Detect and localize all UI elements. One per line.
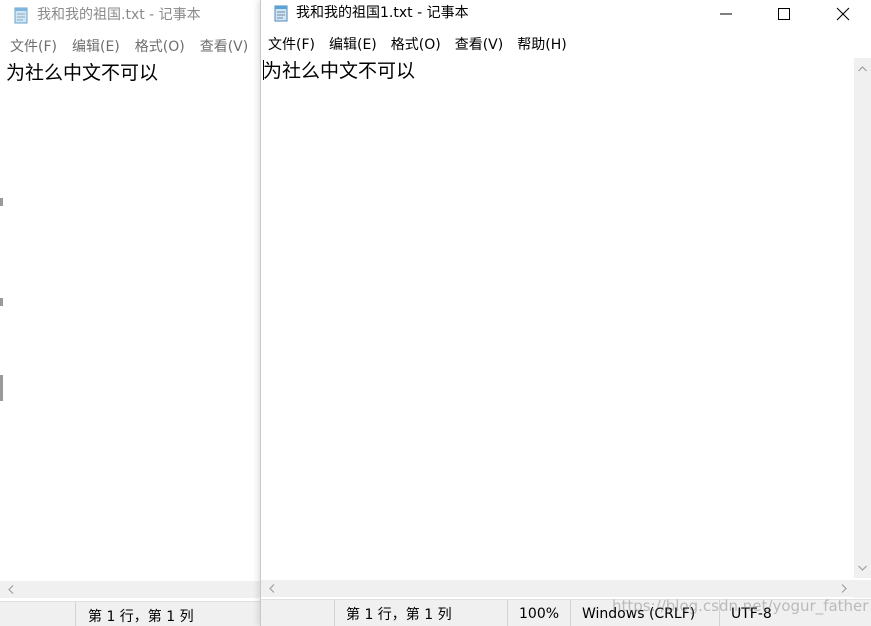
menu-edit[interactable]: 编辑(E) (322, 34, 384, 56)
scrollbar-corner (854, 580, 871, 598)
menu-bar: 文件(F) 编辑(E) 格式(O) 查看(V) 帮助(H) (261, 33, 871, 57)
menu-help[interactable]: 帮助(H) (510, 34, 573, 56)
menu-edit[interactable]: 编辑(E) (64, 36, 127, 58)
horizontal-scrollbar[interactable] (261, 580, 854, 597)
menu-view[interactable]: 查看(V) (448, 34, 511, 56)
notepad-icon (14, 7, 28, 24)
notepad-window-back[interactable]: 我和我的祖国.txt - 记事本 文件(F) 编辑(E) 格式(O) 查看(V)… (0, 0, 262, 626)
maximize-button[interactable] (755, 0, 813, 28)
text-encoding: UTF-8 (719, 600, 772, 626)
notepad-icon (274, 5, 288, 22)
editor-text: 为社么中文不可以 (6, 62, 159, 84)
menu-format[interactable]: 格式(O) (384, 34, 448, 56)
menu-bar: 文件(F) 编辑(E) 格式(O) 查看(V) (0, 35, 261, 59)
zoom-level: 100% (507, 600, 559, 626)
scroll-right-icon[interactable] (835, 580, 852, 597)
title-bar[interactable]: 我和我的祖国1.txt - 记事本 (261, 0, 871, 30)
editor-text: 为社么中文不可以 (263, 60, 416, 82)
notepad-window-front[interactable]: 我和我的祖国1.txt - 记事本 文件(F) 编辑(E) 格式(O) 查看(V… (260, 0, 871, 626)
scroll-down-icon[interactable] (854, 559, 871, 576)
menu-file[interactable]: 文件(F) (2, 36, 64, 58)
maximize-icon (778, 8, 790, 20)
scroll-left-icon[interactable] (2, 581, 19, 598)
close-icon (836, 7, 850, 21)
menu-view[interactable]: 查看(V) (192, 36, 256, 58)
minimize-button[interactable] (697, 0, 755, 28)
text-editor[interactable]: 为社么中文不可以 (6, 60, 158, 86)
cursor-position: 第 1 行，第 1 列 (334, 600, 452, 626)
status-bar: 第 1 行，第 1 列 100% Windows (CRLF) UTF-8 (261, 599, 871, 626)
scroll-up-icon[interactable] (854, 60, 871, 77)
cursor-position: 第 1 行，第 1 列 (75, 602, 194, 626)
line-ending: Windows (CRLF) (570, 600, 695, 626)
title-bar[interactable]: 我和我的祖国.txt - 记事本 (0, 0, 261, 30)
status-bar: 第 1 行，第 1 列 (0, 601, 261, 626)
menu-file[interactable]: 文件(F) (261, 34, 322, 56)
menu-format[interactable]: 格式(O) (127, 36, 192, 58)
minimize-icon (720, 13, 732, 15)
vertical-scrollbar[interactable] (854, 58, 871, 578)
window-title: 我和我的祖国.txt - 记事本 (37, 7, 201, 23)
text-editor[interactable]: 为社么中文不可以 (263, 58, 415, 84)
close-button[interactable] (814, 0, 871, 28)
scroll-left-icon[interactable] (263, 580, 280, 597)
window-edge-fragment (0, 180, 4, 410)
window-title: 我和我的祖国1.txt - 记事本 (296, 5, 469, 21)
horizontal-scrollbar[interactable] (0, 581, 261, 598)
